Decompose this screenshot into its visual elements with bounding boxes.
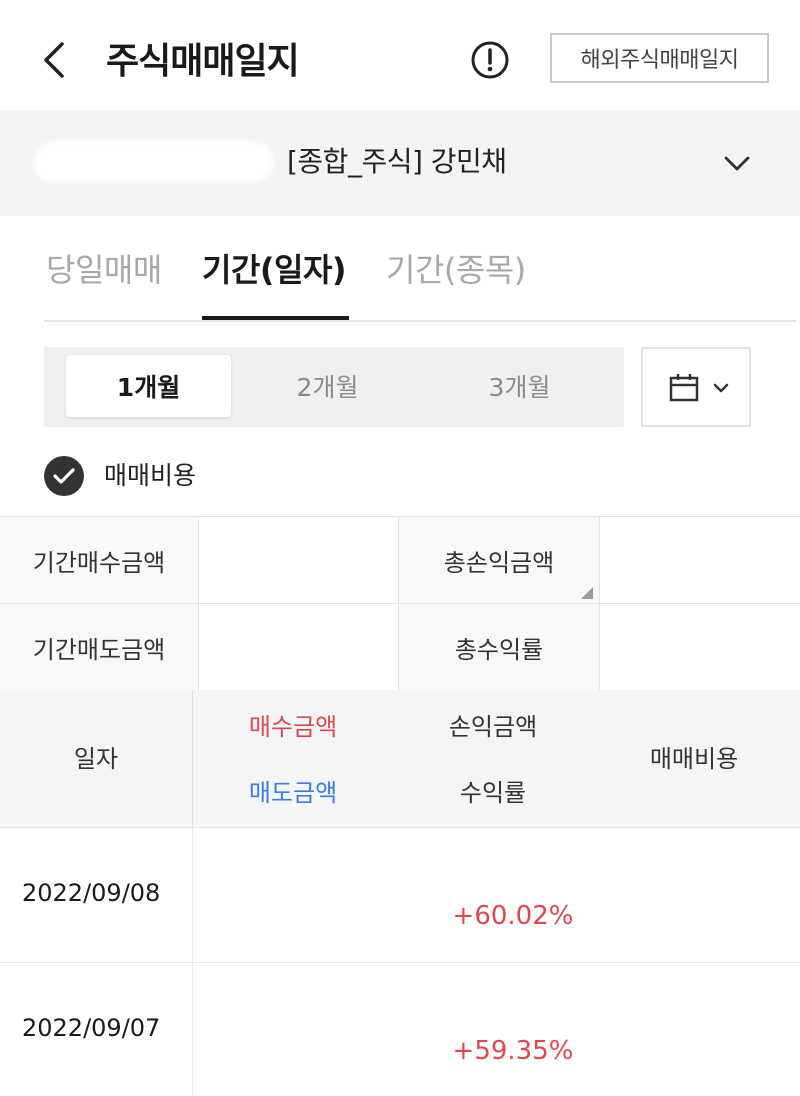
exclamation-circle-icon [471, 41, 509, 79]
period-sell-amount-value [199, 604, 399, 691]
table-header: 일자 매수금액 매도금액 손익금액 수익률 매매비용 [0, 690, 800, 828]
period-sell-amount-label: 기간매도금액 [0, 604, 199, 691]
overseas-trading-journal-button[interactable]: 해외주식매매일지 [550, 33, 769, 83]
chevron-left-icon [44, 42, 64, 78]
account-number-masked [34, 142, 274, 182]
row-date: 2022/09/07 [22, 1014, 161, 1042]
trading-fee-checkbox[interactable] [44, 456, 84, 496]
table-row[interactable]: 2022/09/08 +60.02% [0, 828, 800, 963]
chevron-down-icon [713, 383, 729, 393]
column-divider [192, 963, 193, 1096]
row-return-rate: +59.35% [452, 1036, 574, 1066]
tab-period-by-stock[interactable]: 기간(종목) [386, 246, 526, 294]
page-title: 주식매매일지 [106, 41, 300, 82]
period-2-months[interactable]: 2개월 [245, 355, 410, 417]
account-name: [종합_주식] 강민채 [287, 145, 507, 178]
info-button[interactable] [470, 40, 510, 80]
period-3-months[interactable]: 3개월 [437, 355, 602, 417]
period-buy-amount-label: 기간매수금액 [0, 517, 199, 604]
tab-period-by-date[interactable]: 기간(일자) [202, 246, 347, 294]
check-icon [53, 468, 75, 484]
col-header-return-rate: 수익률 [459, 779, 527, 807]
total-profit-amount-value [600, 517, 800, 604]
tab-bar: 당일매매 기간(일자) 기간(종목) [44, 228, 796, 322]
col-header-buy-amount: 매수금액 [248, 713, 338, 741]
col-header-sell-amount: 매도금액 [248, 779, 338, 807]
active-tab-indicator [202, 316, 349, 320]
calendar-picker-button[interactable] [641, 347, 751, 427]
total-return-rate-value [600, 604, 800, 691]
chevron-down-icon[interactable] [722, 148, 752, 178]
table-row[interactable]: 2022/09/07 +59.35% [0, 963, 800, 1096]
period-1-month[interactable]: 1개월 [66, 355, 231, 417]
row-date: 2022/09/08 [22, 879, 161, 907]
summary-grid: 기간매수금액 총손익금액 기간매도금액 총수익률 [0, 516, 800, 691]
row-return-rate: +60.02% [452, 901, 574, 931]
back-button[interactable] [36, 38, 76, 82]
total-profit-amount-text: 총손익금액 [443, 548, 555, 577]
col-header-profit-amount: 손익금액 [448, 713, 538, 741]
col-header-date: 일자 [73, 745, 119, 773]
calendar-icon [669, 374, 699, 402]
total-return-rate-label: 총수익률 [399, 604, 600, 691]
app-header: 주식매매일지 해외주식매매일지 [0, 0, 800, 110]
total-profit-amount-label[interactable]: 총손익금액 [399, 517, 600, 604]
period-segmented-control: 1개월 2개월 3개월 [44, 347, 624, 427]
col-header-trading-fee: 매매비용 [649, 745, 739, 773]
column-divider [192, 828, 193, 962]
column-divider [192, 690, 193, 828]
period-buy-amount-value [199, 517, 399, 604]
tab-daily-trades[interactable]: 당일매매 [46, 246, 162, 294]
corner-triangle-icon [581, 587, 593, 599]
trading-fee-label: 매매비용 [104, 461, 197, 490]
